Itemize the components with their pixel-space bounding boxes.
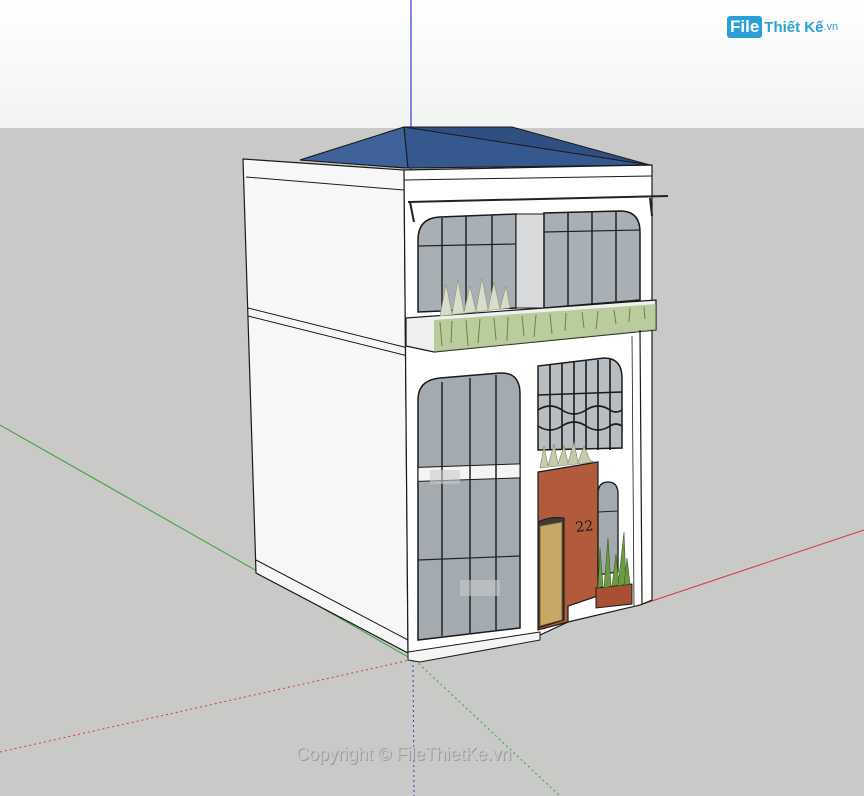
green-axis-dotted <box>414 659 561 796</box>
upper-window-right[interactable] <box>543 210 641 309</box>
house-number: 22 <box>575 518 594 536</box>
side-wall[interactable] <box>242 158 409 654</box>
logo-file-text: File <box>727 16 763 38</box>
blue-axis-dotted <box>412 659 415 796</box>
logo-domain-text: .vn <box>823 21 839 33</box>
copyright-watermark: Copyright © FileThietKe.vn <box>296 744 512 764</box>
logo-rest-text: Thiết Kế <box>764 18 824 36</box>
red-axis <box>639 529 864 606</box>
model-scene[interactable]: 22 <box>0 0 864 796</box>
sketchup-viewport[interactable]: 22 File Thiết Kế .vn Copyright © FileThi… <box>0 0 864 796</box>
filethietke-logo: File Thiết Kế .vn <box>727 14 838 40</box>
roof-front-left <box>299 126 409 169</box>
roof[interactable] <box>299 126 651 169</box>
grille-window[interactable] <box>537 357 623 451</box>
red-axis-dotted <box>0 659 411 753</box>
entrance-door[interactable] <box>537 517 565 629</box>
upper-pillar <box>515 213 545 309</box>
planter-box <box>595 583 633 609</box>
ground-window-left[interactable] <box>417 372 521 641</box>
upper-window-left[interactable] <box>417 213 517 313</box>
